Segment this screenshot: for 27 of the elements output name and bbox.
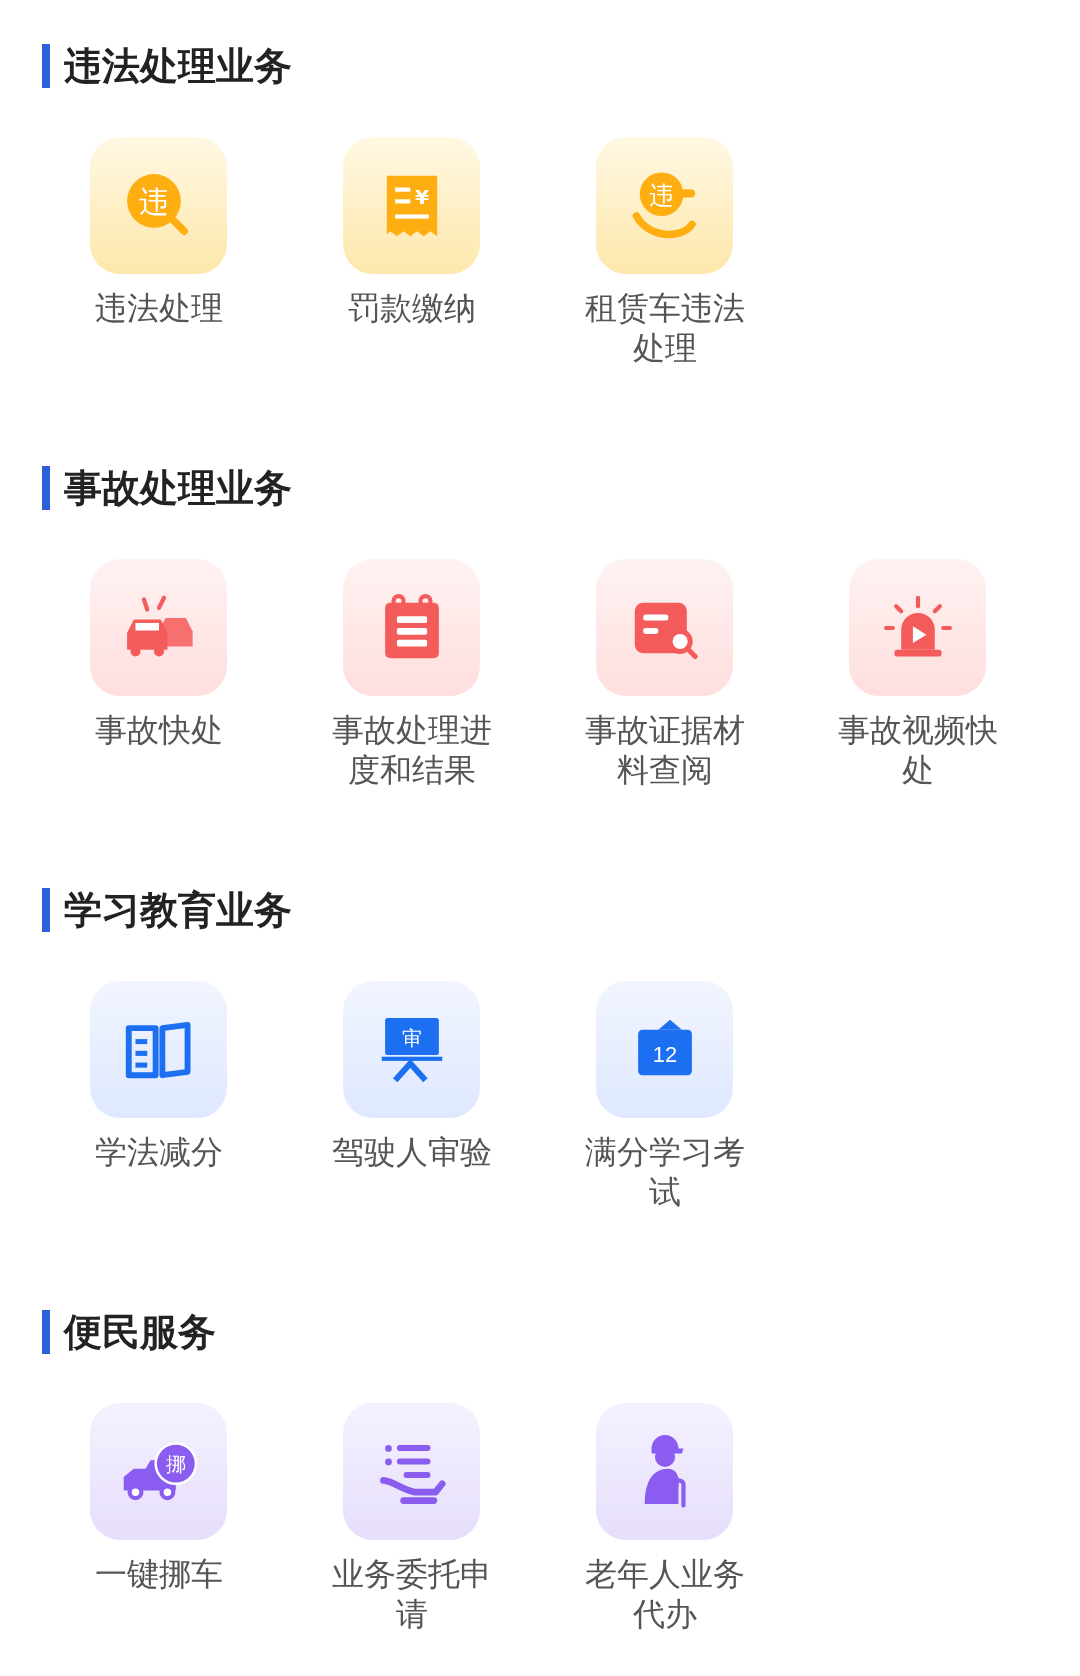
service-tile[interactable] — [849, 559, 986, 696]
service-label: 租赁车违法处理 — [583, 288, 746, 368]
service-tile[interactable]: 挪 — [90, 1403, 227, 1540]
section-title: 事故处理业务 — [42, 466, 1080, 510]
service-tile[interactable] — [343, 1403, 480, 1540]
service-label: 满分学习考试 — [583, 1132, 746, 1212]
service-label: 一键挪车 — [93, 1554, 224, 1594]
service-label: 事故快处 — [93, 710, 224, 750]
service-label: 事故证据材料查阅 — [583, 710, 746, 790]
service-label: 老年人业务代办 — [583, 1554, 746, 1634]
service-tile[interactable]: 12 — [596, 981, 733, 1118]
section-title: 便民服务 — [42, 1310, 1080, 1354]
service-label: 事故处理进度和结果 — [330, 710, 493, 790]
service-tile[interactable] — [343, 559, 480, 696]
service-label: 违法处理 — [93, 288, 224, 328]
service-tile[interactable]: 审 — [343, 981, 480, 1118]
service-label: 罚款缴纳 — [346, 288, 477, 328]
section-title: 违法处理业务 — [42, 44, 1080, 88]
service-label: 业务委托申请 — [330, 1554, 493, 1634]
service-tile[interactable] — [596, 559, 733, 696]
service-label: 学法减分 — [93, 1132, 224, 1172]
service-label: 事故视频快处 — [836, 710, 999, 790]
service-tile[interactable] — [90, 981, 227, 1118]
service-tile[interactable] — [90, 559, 227, 696]
service-label: 驾驶人审验 — [330, 1132, 493, 1172]
section-title: 学习教育业务 — [42, 888, 1080, 932]
service-tile[interactable] — [596, 1403, 733, 1540]
